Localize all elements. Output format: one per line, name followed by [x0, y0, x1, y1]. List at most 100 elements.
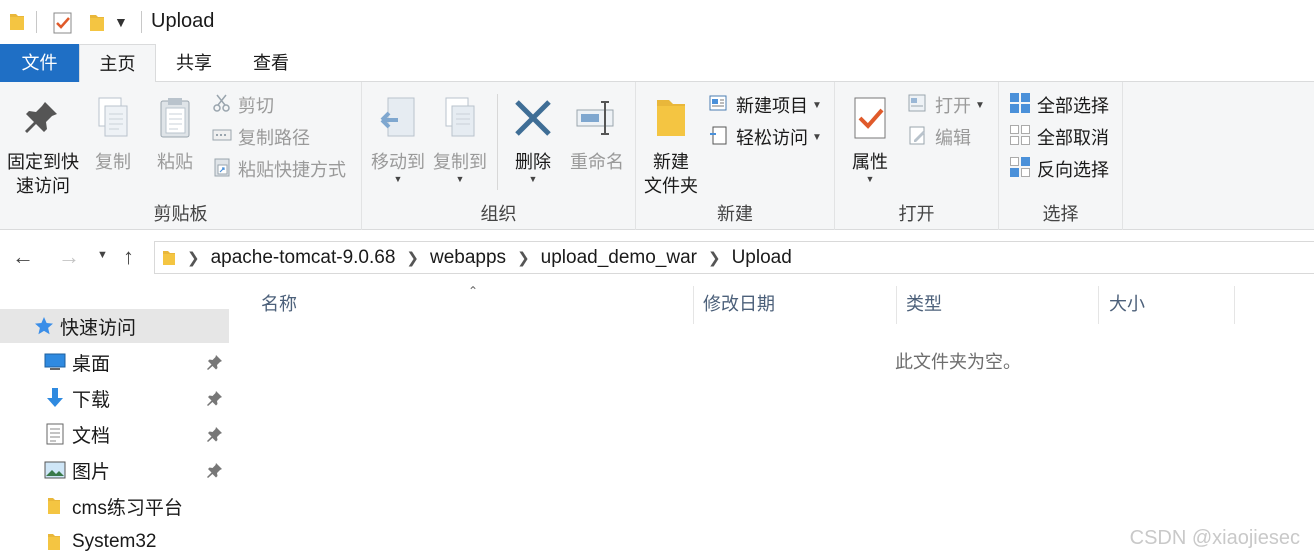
edit-icon [907, 125, 929, 150]
invert-selection-icon [1009, 156, 1031, 183]
select-all-icon [1009, 92, 1031, 119]
star-icon [34, 316, 54, 342]
rename-label: 重命名 [570, 152, 624, 172]
sidebar-item-quick-access[interactable]: 快速访问 [0, 309, 229, 343]
folder-icon [8, 11, 26, 38]
open-group-label: 打开 [898, 204, 935, 224]
delete-button[interactable]: 删除 ▼ [506, 96, 560, 184]
ribbon: 固定到快 速访问 复制 粘贴 剪切 复制路径 粘贴快捷方式 剪贴板 移动到 ▼ … [0, 82, 1314, 230]
paste-shortcut-icon [212, 157, 232, 182]
copy-button[interactable]: 复制 [86, 96, 140, 174]
column-divider[interactable] [693, 286, 694, 324]
new-item-button[interactable]: 新建项目 ▼ [708, 91, 822, 119]
paste-button[interactable]: 粘贴 [148, 96, 202, 174]
clipboard-group: 固定到快 速访问 复制 粘贴 剪切 复制路径 粘贴快捷方式 剪贴板 [0, 82, 362, 230]
window-title: Upload [151, 10, 215, 32]
scissors-icon [212, 93, 232, 118]
copy-to-button[interactable]: 复制到 ▼ [430, 96, 490, 184]
paste-shortcut-label: 粘贴快捷方式 [238, 160, 346, 180]
cut-label: 剪切 [238, 96, 274, 116]
easy-access-button[interactable]: 轻松访问 ▼ [708, 123, 822, 151]
breadcrumb-item[interactable]: Upload [732, 247, 792, 269]
select-group: 全部选择 全部取消 反向选择 选择 [999, 82, 1123, 230]
tab-share[interactable]: 共享 [156, 44, 232, 82]
recent-locations-chevron-icon[interactable]: ▼ [97, 249, 108, 261]
open-button[interactable]: 打开 ▼ [907, 91, 985, 119]
column-divider[interactable] [896, 286, 897, 324]
breadcrumb-chevron-icon[interactable]: ❯ [187, 249, 200, 267]
qat-dropdown-icon[interactable]: ▼ [114, 14, 128, 30]
breadcrumb-item[interactable]: apache-tomcat-9.0.68 [211, 247, 396, 269]
sidebar-item-pictures[interactable]: 图片 [0, 453, 229, 487]
column-divider[interactable] [1098, 286, 1099, 324]
copy-path-button[interactable]: 复制路径 [212, 123, 310, 151]
new-folder-icon[interactable] [88, 12, 106, 39]
breadcrumb-chevron-icon[interactable]: ❯ [517, 249, 530, 267]
paste-label: 粘贴 [157, 152, 193, 172]
properties-check-icon [845, 96, 895, 146]
select-none-label: 全部取消 [1037, 128, 1109, 148]
breadcrumb-chevron-icon[interactable]: ❯ [708, 249, 721, 267]
back-arrow-icon[interactable]: ← [12, 244, 34, 270]
rename-button[interactable]: 重命名 [566, 96, 628, 174]
cut-button[interactable]: 剪切 [212, 91, 274, 119]
select-none-button[interactable]: 全部取消 [1009, 123, 1109, 151]
watermark: CSDN @xiaojiesec [1129, 527, 1300, 549]
up-arrow-icon[interactable]: ↑ [123, 244, 134, 270]
open-label: 打开 [935, 96, 971, 116]
easy-access-label: 轻松访问 [736, 128, 808, 148]
sidebar-item-downloads[interactable]: 下载 [0, 381, 229, 415]
chevron-down-icon: ▼ [812, 131, 822, 143]
organize-group: 移动到 ▼ 复制到 ▼ 删除 ▼ 重命名 组织 [362, 82, 636, 230]
new-folder-button[interactable]: 新建 文件夹 [642, 96, 700, 198]
new-group-label: 新建 [717, 204, 753, 224]
rename-icon [566, 96, 628, 146]
move-to-button[interactable]: 移动到 ▼ [368, 96, 428, 184]
sidebar-item-desktop[interactable]: 桌面 [0, 345, 229, 379]
delete-x-icon [506, 96, 560, 146]
column-header-size[interactable]: 大小 [1109, 284, 1145, 324]
new-item-icon [708, 93, 730, 118]
select-none-icon [1009, 124, 1031, 151]
organize-group-label: 组织 [480, 204, 517, 224]
select-all-button[interactable]: 全部选择 [1009, 91, 1109, 119]
move-to-label: 移动到 [371, 152, 425, 172]
navigation-pane: 快速访问 桌面 下载 文档 图片 cms练习平台 System32 [0, 284, 232, 560]
sidebar-item-label: 文档 [72, 425, 111, 447]
invert-selection-button[interactable]: 反向选择 [1009, 155, 1109, 183]
pin-to-quick-access-button[interactable]: 固定到快 速访问 [4, 96, 82, 198]
select-group-label: 选择 [1042, 204, 1079, 224]
copy-label: 复制 [95, 152, 131, 172]
picture-icon [44, 461, 66, 485]
breadcrumb-chevron-icon[interactable]: ❯ [406, 249, 419, 267]
breadcrumb-item[interactable]: upload_demo_war [541, 247, 697, 269]
column-header-name[interactable]: 名称 [261, 284, 297, 324]
sidebar-item-label: 下载 [72, 389, 111, 411]
open-icon [907, 93, 929, 118]
copy-to-icon [430, 96, 490, 146]
tab-file[interactable]: 文件 [0, 44, 79, 82]
chevron-down-icon: ▼ [865, 174, 875, 184]
tab-home[interactable]: 主页 [79, 44, 156, 83]
forward-arrow-icon[interactable]: → [58, 244, 80, 270]
tab-view[interactable]: 查看 [232, 44, 310, 82]
column-header-type[interactable]: 类型 [906, 284, 942, 324]
sidebar-item-documents[interactable]: 文档 [0, 417, 229, 451]
pin-icon [207, 426, 223, 448]
edit-button[interactable]: 编辑 [907, 123, 971, 151]
column-header-modified[interactable]: 修改日期 [703, 284, 775, 324]
column-divider[interactable] [1234, 286, 1235, 324]
properties-check-icon[interactable] [53, 12, 73, 39]
paste-shortcut-button[interactable]: 粘贴快捷方式 [212, 155, 346, 183]
copy-to-label: 复制到 [433, 152, 487, 172]
file-list: ⌃ 名称 修改日期 类型 大小 此文件夹为空。 [232, 284, 1314, 560]
download-arrow-icon [46, 387, 64, 415]
pin-icon [207, 390, 223, 412]
properties-button[interactable]: 属性 ▼ [845, 96, 895, 184]
address-bar[interactable]: ❯ apache-tomcat-9.0.68 ❯ webapps ❯ uploa… [154, 241, 1314, 274]
breadcrumb-item[interactable]: webapps [430, 247, 506, 269]
sidebar-item-cms-folder[interactable]: cms练习平台 [0, 489, 229, 523]
desktop-icon [44, 353, 66, 377]
edit-label: 编辑 [935, 128, 971, 148]
sidebar-item-system32[interactable]: System32 [0, 525, 229, 559]
